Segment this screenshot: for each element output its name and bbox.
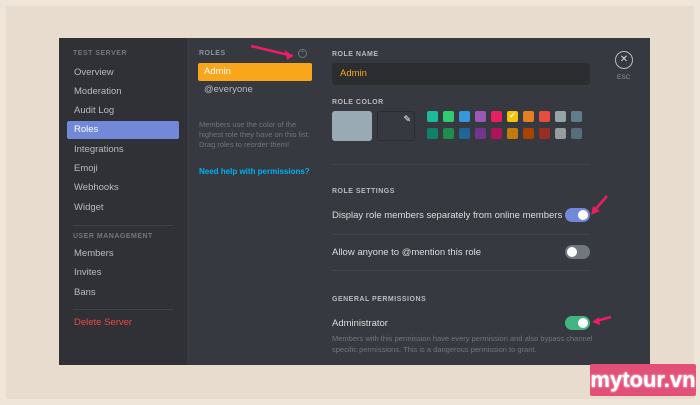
role-item-everyone[interactable]: @everyone [204,84,253,95]
roles-hint-text: Members use the color of the highest rol… [199,120,310,149]
arrow-annotation-icon [592,315,612,325]
sidebar-item-emoji[interactable]: Emoji [67,160,179,178]
color-swatch[interactable] [507,128,518,139]
color-swatch[interactable] [555,111,566,122]
color-swatch[interactable] [571,111,582,122]
administrator-toggle[interactable] [565,316,590,330]
color-swatch[interactable] [475,111,486,122]
sidebar-item-roles[interactable]: Roles [67,121,179,139]
sidebar-item-bans[interactable]: Bans [67,284,179,302]
sidebar-divider [73,225,173,226]
permissions-help-link[interactable]: Need help with permissions? [199,167,310,176]
role-settings-label: ROLE SETTINGS [332,188,395,195]
color-swatch[interactable] [539,111,550,122]
color-swatch[interactable] [427,111,438,122]
administrator-label: Administrator [332,318,388,329]
color-swatch[interactable] [475,128,486,139]
server-section-header: TEST SERVER [73,50,127,57]
color-swatch[interactable] [523,111,534,122]
toggle-knob [567,247,577,257]
eyedropper-icon: ✎ [403,114,411,124]
server-settings-window: TEST SERVER Overview Moderation Audit Lo… [59,38,650,365]
user-management-header: USER MANAGEMENT [73,233,153,240]
color-swatch[interactable]: ✓ [507,110,518,122]
section-divider [332,270,590,271]
color-swatch[interactable] [459,128,470,139]
sidebar-item-integrations[interactable]: Integrations [67,141,179,159]
esc-label: ESC [617,74,631,81]
sidebar-item-webhooks[interactable]: Webhooks [67,179,179,197]
checkmark-icon: ✓ [509,110,517,120]
color-swatch[interactable] [523,128,534,139]
role-color-label: ROLE COLOR [332,99,384,106]
section-divider [332,234,590,235]
color-swatch[interactable] [555,128,566,139]
color-swatch[interactable] [571,128,582,139]
color-swatch[interactable] [539,128,550,139]
setting-display-separately-label: Display role members separately from onl… [332,210,563,221]
watermark-logo: mytour.vn [590,364,696,396]
sidebar-divider [73,309,173,310]
close-button[interactable]: ✕ [615,51,633,69]
close-icon: ✕ [619,54,629,65]
color-swatch[interactable] [427,128,438,139]
sidebar-item-overview[interactable]: Overview [67,64,179,82]
color-swatch[interactable] [491,128,502,139]
sidebar-item-moderation[interactable]: Moderation [67,83,179,101]
color-swatch[interactable] [443,128,454,139]
role-item-admin[interactable]: Admin [198,63,312,81]
role-name-input[interactable]: Admin [332,63,590,85]
sidebar-item-widget[interactable]: Widget [67,199,179,217]
roles-header: ROLES [199,50,226,57]
arrow-annotation-icon [250,44,294,60]
role-name-label: ROLE NAME [332,51,379,58]
setting-mentionable-label: Allow anyone to @mention this role [332,247,482,258]
arrow-annotation-icon [591,195,608,215]
administrator-description: Members with this permission have every … [332,334,593,354]
color-swatch[interactable] [459,111,470,122]
sidebar-item-invites[interactable]: Invites [67,264,179,282]
color-swatch[interactable] [491,111,502,122]
general-permissions-label: GENERAL PERMISSIONS [332,296,427,303]
roles-list-panel: ROLES + Admin @everyone Members use the … [187,38,315,365]
toggle-knob [578,318,588,328]
default-color-swatch[interactable] [332,111,372,141]
sidebar-item-members[interactable]: Members [67,245,179,263]
sidebar-item-audit-log[interactable]: Audit Log [67,102,179,120]
custom-color-picker[interactable]: ✎ [377,111,415,141]
delete-server-button[interactable]: Delete Server [67,314,179,332]
settings-sidebar: TEST SERVER Overview Moderation Audit Lo… [59,38,187,365]
color-swatch[interactable] [443,111,454,122]
mentionable-toggle[interactable] [565,245,590,259]
section-divider [332,164,590,165]
